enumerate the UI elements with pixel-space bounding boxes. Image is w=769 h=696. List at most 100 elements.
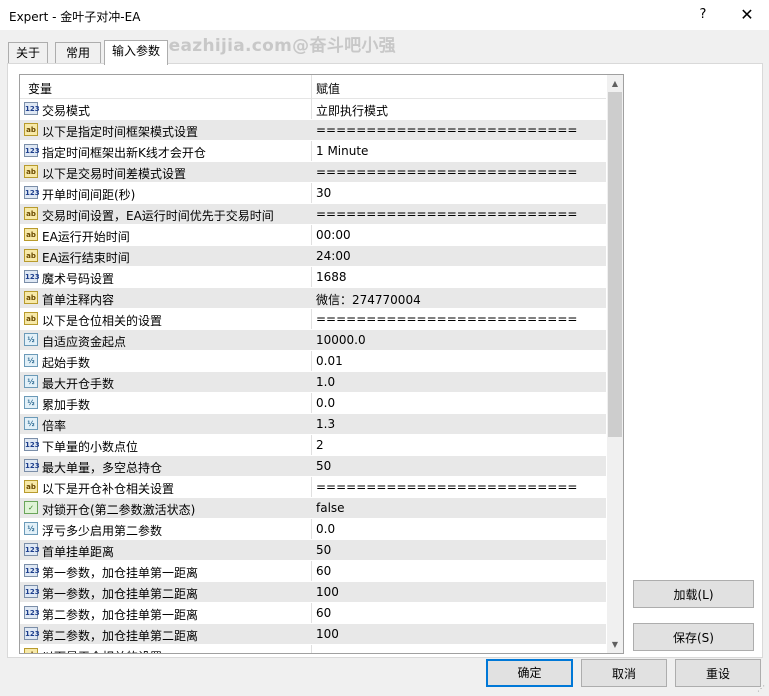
param-value[interactable]: 0.0 [316, 522, 335, 536]
param-row[interactable]: ½ 倍率 1.3 [20, 414, 606, 435]
double-type-icon: ½ [24, 375, 38, 388]
param-row[interactable]: 123 第二参数，加仓挂单第一距离 60 [20, 603, 606, 624]
double-type-icon: ½ [24, 333, 38, 346]
param-value[interactable]: 00:00 [316, 228, 351, 242]
param-value[interactable]: ========================== [316, 165, 577, 179]
param-row[interactable]: ab 以下是仓位相关的设置 ========================== [20, 309, 606, 330]
param-row[interactable]: 123 开单时间间距(秒) 30 [20, 183, 606, 204]
param-name: EA运行结束时间 [42, 251, 130, 265]
string-type-icon: ab [24, 165, 38, 178]
param-value[interactable]: 30 [316, 186, 331, 200]
param-name: 首单挂单距离 [42, 545, 115, 559]
param-value[interactable]: 60 [316, 606, 331, 620]
param-name: 第二参数，加仓挂单第一距离 [42, 608, 199, 622]
column-header-value[interactable]: 赋值 [316, 80, 340, 97]
param-name: 第一参数，加仓挂单第二距离 [42, 587, 199, 601]
reset-button[interactable]: 重设 [675, 659, 761, 687]
param-value[interactable]: 24:00 [316, 249, 351, 263]
param-row[interactable]: ab 首单注释内容 微信：274770004 [20, 288, 606, 309]
param-value[interactable]: 50 [316, 459, 331, 473]
param-value[interactable]: 立即执行模式 [316, 102, 388, 119]
vertical-scrollbar[interactable]: ▲ ▼ [607, 75, 623, 653]
param-row[interactable]: ½ 浮亏多少启用第二参数 0.0 [20, 519, 606, 540]
scroll-down-icon[interactable]: ▼ [607, 636, 623, 653]
help-button[interactable]: ? [680, 0, 726, 30]
ok-button[interactable]: 确定 [486, 659, 573, 687]
param-name: 以下是平仓相关的设置 [42, 648, 162, 653]
cancel-button[interactable]: 取消 [581, 659, 667, 687]
string-type-icon: ab [24, 123, 38, 136]
param-name: EA运行开始时间 [42, 230, 130, 244]
column-header-variable[interactable]: 变量 [28, 80, 52, 97]
load-button[interactable]: 加载(L) [633, 580, 754, 608]
integer-type-icon: 123 [24, 102, 40, 115]
param-row[interactable]: ½ 起始手数 0.01 [20, 351, 606, 372]
param-name: 倍率 [42, 419, 67, 433]
param-value[interactable]: 1688 [316, 270, 347, 284]
param-row[interactable]: ab 以下是指定时间框架模式设置 =========================… [20, 120, 606, 141]
param-row[interactable]: ab EA运行开始时间 00:00 [20, 225, 606, 246]
scroll-up-icon[interactable]: ▲ [607, 75, 623, 92]
param-name: 以下是交易时间差模式设置 [42, 167, 187, 181]
param-row[interactable]: 123 下单量的小数点位 2 [20, 435, 606, 456]
tab-common[interactable]: 常用 [55, 42, 101, 63]
param-row[interactable]: 123 指定时间框架出新K线才会开仓 1 Minute [20, 141, 606, 162]
param-row[interactable]: 123 最大单量，多空总持仓 50 [20, 456, 606, 477]
param-value[interactable]: 微信：274770004 [316, 291, 421, 308]
tab-input-params[interactable]: 输入参数 [104, 40, 168, 65]
param-value[interactable]: 0.0 [316, 396, 335, 410]
string-type-icon: ab [24, 648, 38, 653]
param-row[interactable]: 123 首单挂单距离 50 [20, 540, 606, 561]
param-value[interactable]: 1 Minute [316, 144, 368, 158]
param-value[interactable]: ========================== [316, 207, 577, 221]
close-icon[interactable]: ✕ [724, 0, 769, 30]
param-row[interactable]: ab 以下是平仓相关的设置 [20, 645, 606, 653]
param-value[interactable]: 2 [316, 438, 324, 452]
param-value[interactable]: false [316, 501, 345, 515]
save-button[interactable]: 保存(S) [633, 623, 754, 651]
param-name: 自适应资金起点 [42, 335, 127, 349]
integer-type-icon: 123 [24, 459, 40, 472]
param-value[interactable]: ========================== [316, 123, 577, 137]
param-name: 最大单量，多空总持仓 [42, 461, 163, 475]
param-value[interactable]: ========================== [316, 312, 577, 326]
param-value[interactable]: ========================== [316, 480, 577, 494]
string-type-icon: ab [24, 207, 38, 220]
param-name: 开单时间间距(秒) [42, 188, 136, 202]
param-value[interactable]: 0.01 [316, 354, 343, 368]
param-row[interactable]: ✓ 对锁开仓(第二参数激活状态) false [20, 498, 606, 519]
param-row[interactable]: 123 交易模式 立即执行模式 [20, 99, 606, 120]
string-type-icon: ab [24, 228, 38, 241]
param-value[interactable]: 60 [316, 564, 331, 578]
param-row[interactable]: ½ 自适应资金起点 10000.0 [20, 330, 606, 351]
param-value[interactable]: 100 [316, 627, 339, 641]
param-value[interactable]: 10000.0 [316, 333, 366, 347]
param-row[interactable]: ab 以下是开仓补仓相关设置 ========================== [20, 477, 606, 498]
param-name: 起始手数 [42, 356, 91, 370]
param-row[interactable]: ab 以下是交易时间差模式设置 ========================== [20, 162, 606, 183]
param-name: 指定时间框架出新K线才会开仓 [42, 146, 206, 160]
string-type-icon: ab [24, 249, 38, 262]
tab-about[interactable]: 关于 [8, 42, 48, 63]
integer-type-icon: 123 [24, 606, 40, 619]
params-grid: 变量 赋值 123 交易模式 立即执行模式 ab 以下是指定时间框架模式设置 ======… [19, 74, 624, 654]
params-grid-body: 变量 赋值 123 交易模式 立即执行模式 ab 以下是指定时间框架模式设置 ======… [20, 75, 606, 653]
param-row[interactable]: ab 交易时间设置，EA运行时间优先于交易时间 ==================… [20, 204, 606, 225]
param-value[interactable]: 1.3 [316, 417, 335, 431]
double-type-icon: ½ [24, 417, 38, 430]
param-value[interactable]: 50 [316, 543, 331, 557]
scroll-thumb[interactable] [608, 92, 622, 437]
param-row[interactable]: ½ 累加手数 0.0 [20, 393, 606, 414]
param-name: 交易模式 [42, 104, 91, 118]
param-row[interactable]: 123 第二参数，加仓挂单第二距离 100 [20, 624, 606, 645]
param-row[interactable]: ab EA运行结束时间 24:00 [20, 246, 606, 267]
param-name: 第二参数，加仓挂单第二距离 [42, 629, 199, 643]
param-row[interactable]: 123 第一参数，加仓挂单第二距离 100 [20, 582, 606, 603]
param-row[interactable]: ½ 最大开仓手数 1.0 [20, 372, 606, 393]
resize-grip-icon[interactable]: ⋰ [757, 684, 767, 694]
param-value[interactable]: 100 [316, 585, 339, 599]
param-row[interactable]: 123 魔术号码设置 1688 [20, 267, 606, 288]
param-value[interactable]: 1.0 [316, 375, 335, 389]
param-row[interactable]: 123 第一参数，加仓挂单第一距离 60 [20, 561, 606, 582]
string-type-icon: ab [24, 291, 38, 304]
